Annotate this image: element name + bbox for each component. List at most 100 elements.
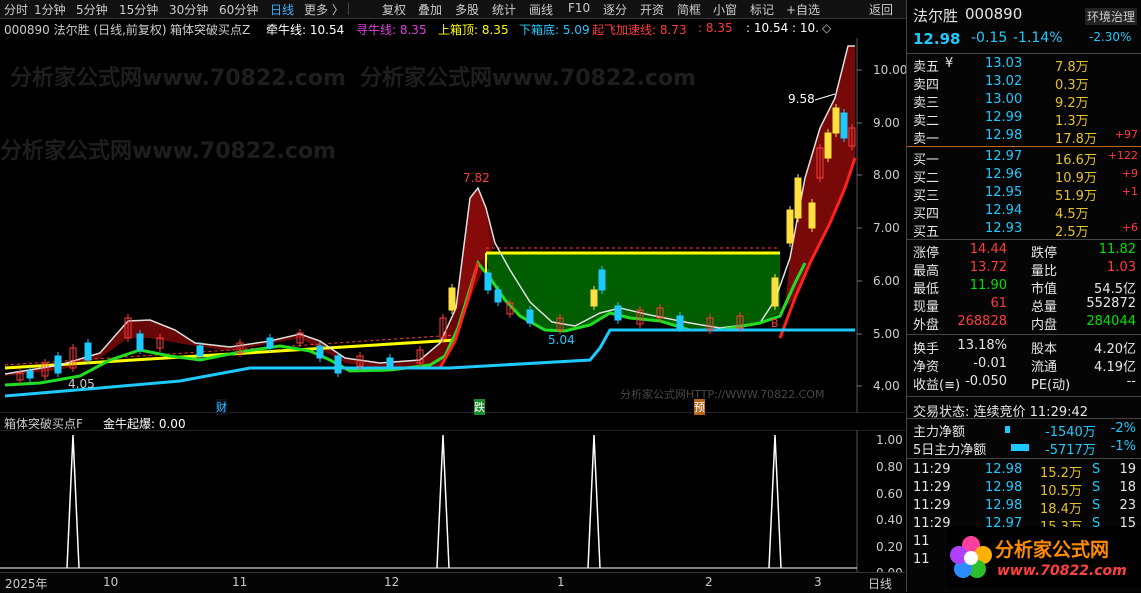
- sub-indicator-chart[interactable]: 1.000.800.600.400.200.00: [0, 429, 905, 580]
- capital-value: -5717万: [1045, 443, 1096, 458]
- bid-price: 12.94: [985, 203, 1023, 218]
- ask-delta: +97: [1114, 128, 1138, 141]
- bid-row[interactable]: 买二 12.96 10.9万 +9: [907, 167, 1141, 186]
- tick-count: 18: [1119, 480, 1136, 495]
- ask-label: 卖二: [913, 114, 940, 129]
- multi-stock-button[interactable]: 多股: [455, 1, 479, 18]
- stat-value: --: [1126, 374, 1136, 389]
- bid-label: 买五: [913, 225, 940, 240]
- bid-row[interactable]: 买一 12.97 16.6万 +122: [907, 149, 1141, 168]
- stat-value: 4.20亿: [1094, 342, 1136, 357]
- tick-side: S: [1092, 498, 1101, 513]
- candlestick-chart[interactable]: 10.00 9.00 8.00 7.00 6.00 5.00 4.00 7.82 9.58 …: [0, 38, 908, 415]
- tab-15min[interactable]: 15分钟: [119, 1, 158, 18]
- bid-row[interactable]: 买五 12.93 2.5万 +6: [907, 221, 1141, 240]
- stat-value: 54.5亿: [1094, 282, 1136, 297]
- price-tick-label: 5.00: [873, 327, 900, 341]
- bid-label: 买四: [913, 207, 940, 222]
- fuquan-button[interactable]: 复权: [382, 1, 406, 18]
- tab-daily[interactable]: 日线: [270, 1, 294, 18]
- tick-time: 11:29: [913, 516, 951, 531]
- bid-volume: 51.9万: [1055, 189, 1097, 204]
- bid-row[interactable]: 买三 12.95 51.9万 +1: [907, 185, 1141, 204]
- stat-value: 4.19亿: [1094, 360, 1136, 375]
- value-8: : 10.: [792, 21, 819, 35]
- tab-more[interactable]: 更多 〉: [304, 1, 344, 18]
- stats-button[interactable]: 统计: [492, 1, 516, 18]
- qifei-value: 起飞加速线: 8.73: [592, 23, 687, 37]
- stat-label: 外盘: [913, 318, 940, 333]
- value-6: : 8.35: [698, 21, 733, 35]
- tag-b: B: [771, 317, 779, 330]
- price-tick-label: 4.00: [873, 379, 900, 393]
- capital-label: 主力净额: [913, 425, 966, 440]
- sector-pct: -2.30%: [1089, 30, 1132, 44]
- price-tick-label: 10.00: [873, 63, 908, 77]
- stat-label: 最低: [913, 282, 940, 297]
- back-button[interactable]: 返回: [869, 1, 893, 18]
- bid-volume: 2.5万: [1055, 225, 1089, 240]
- x-label-jan: 1: [557, 575, 565, 589]
- tab-30min[interactable]: 30分钟: [169, 1, 208, 18]
- divider: [907, 334, 1141, 335]
- indicator-name[interactable]: 箱体突破买点Z: [170, 21, 250, 38]
- tab-60min[interactable]: 60分钟: [219, 1, 258, 18]
- diamond-icon[interactable]: ◇: [822, 21, 831, 35]
- overlay-button[interactable]: 叠加: [418, 1, 442, 18]
- tab-fenshi[interactable]: 分时: [4, 1, 28, 18]
- bid-label: 买一: [913, 153, 940, 168]
- zhufen-button[interactable]: 逐分: [603, 1, 627, 18]
- tick-volume: 10.5万: [1040, 484, 1082, 499]
- ask-row[interactable]: 卖四 13.02 0.3万: [907, 74, 1141, 93]
- tick-count: 19: [1119, 462, 1136, 477]
- stat-value: -0.050: [965, 374, 1007, 389]
- f10-button[interactable]: F10: [568, 1, 590, 15]
- low-label-0: 4.05: [68, 377, 95, 391]
- stat-value: 14.44: [969, 242, 1007, 257]
- ask-volume: 9.2万: [1055, 96, 1089, 111]
- capital-label: 5日主力净额: [913, 443, 987, 458]
- stat-label: 涨停: [913, 246, 940, 261]
- stat-row: 外盘 268828 内盘 284044: [907, 314, 1141, 333]
- bid-row[interactable]: 买四 12.94 4.5万: [907, 203, 1141, 222]
- jiankuang-button[interactable]: 简框: [677, 1, 701, 18]
- ask-label: 卖三: [913, 96, 940, 111]
- ask-row[interactable]: 卖一 12.98 17.8万 +97: [907, 128, 1141, 147]
- x-label-feb: 2: [705, 575, 713, 589]
- period-label[interactable]: 日线: [868, 575, 892, 592]
- bid-delta: +122: [1107, 149, 1138, 162]
- stat-label: PE(动): [1031, 378, 1071, 393]
- stat-label: 量比: [1031, 264, 1058, 279]
- kaizi-button[interactable]: 开资: [640, 1, 664, 18]
- tab-1min[interactable]: 1分钟: [34, 1, 66, 18]
- add-favorite-button[interactable]: +自选: [786, 1, 820, 18]
- ask-row[interactable]: 卖五 ¥13.03 7.8万: [907, 56, 1141, 75]
- tick-price: 12.98: [985, 498, 1023, 513]
- capital-row: 主力净额 -1540万 -2%: [907, 421, 1141, 440]
- ask-row[interactable]: 卖二 12.99 1.3万: [907, 110, 1141, 129]
- bid-volume: 16.6万: [1055, 153, 1097, 168]
- bid-delta: +9: [1121, 167, 1138, 180]
- stat-value: 1.03: [1107, 260, 1136, 275]
- sector-name[interactable]: 环境治理: [1085, 8, 1138, 25]
- draw-line-button[interactable]: 画线: [529, 1, 553, 18]
- tick-time: 11:29: [913, 480, 951, 495]
- bid-price: 12.97: [985, 149, 1023, 164]
- mini-window-button[interactable]: 小窗: [713, 1, 737, 18]
- sub-indicator-svg: [0, 429, 905, 572]
- ask-label: 卖四: [913, 78, 940, 93]
- tick-time: 11:29: [913, 462, 951, 477]
- shang-xiangding-value: 上箱顶: 8.35: [438, 23, 509, 37]
- stat-row: 最高 13.72 量比 1.03: [907, 260, 1141, 279]
- mark-button[interactable]: 标记: [750, 1, 774, 18]
- candlestick-chart-svg: [0, 38, 905, 414]
- tab-5min[interactable]: 5分钟: [76, 1, 108, 18]
- ask-row[interactable]: 卖三 13.00 9.2万: [907, 92, 1141, 111]
- signal-spike: [587, 434, 601, 569]
- sub-tick-label: 0.40: [876, 513, 903, 527]
- tick-row: 11:29 12.98 10.5万 S 18: [907, 480, 1141, 499]
- trade-status-row: 交易状态: 连续竞价 11:29:42: [907, 401, 1141, 420]
- tick-row: 11:29 12.98 15.2万 S 19: [907, 462, 1141, 481]
- x-label-dec: 12: [384, 575, 400, 589]
- tick-count: 23: [1119, 498, 1136, 513]
